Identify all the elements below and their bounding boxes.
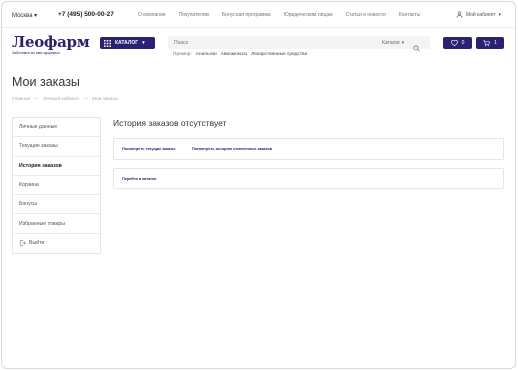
nav-contacts[interactable]: Контакты <box>399 12 421 18</box>
page-frame: Москва ▾ +7 (495) 500-00-27 О компании П… <box>1 1 516 369</box>
nav-about[interactable]: О компании <box>138 12 166 18</box>
sidebar: Личные данные Текущие заказы История зак… <box>12 117 101 255</box>
top-nav: О компании Покупателям Бонусная программ… <box>138 12 433 18</box>
cancelled-orders-link[interactable]: Посмотреть историю отмененных заказов <box>192 147 272 151</box>
favorites-count: 0 <box>461 40 465 46</box>
page-title: Мои заказы <box>12 75 80 89</box>
go-to-catalog-link[interactable]: Перейти в каталог <box>122 177 157 181</box>
cabinet-label: Мой кабинет <box>465 11 496 18</box>
example-link[interactable]: Анальгин <box>196 52 217 57</box>
cart-count: 1 <box>494 40 497 46</box>
search-bar: Каталог ▾ <box>168 36 430 52</box>
catalog-button[interactable]: КАТАЛОГ ▾ <box>100 37 155 49</box>
example-link[interactable]: Авиомоксиз <box>221 52 248 57</box>
city-selector[interactable]: Москва ▾ <box>12 12 37 19</box>
orders-links-box: Посмотреть текущие заказы Посмотреть ист… <box>113 138 504 160</box>
sidebar-item-bonuses[interactable]: Бонусы <box>13 195 100 215</box>
nav-articles[interactable]: Статьи и новости <box>346 12 386 18</box>
cart-icon <box>483 39 491 46</box>
nav-legal[interactable]: Юридическим лицам <box>284 12 333 18</box>
breadcrumb-current: Мои заказы <box>91 97 119 102</box>
sidebar-item-current-orders[interactable]: Текущие заказы <box>13 137 100 157</box>
search-icon[interactable] <box>413 39 420 57</box>
grid-icon <box>104 39 111 47</box>
nav-customers[interactable]: Покупателям <box>179 12 209 18</box>
nav-bonus-program[interactable]: Бонусная программа <box>222 12 271 18</box>
chevron-down-icon: ▾ <box>498 11 501 18</box>
logo-name: Леофарм <box>12 33 90 51</box>
sidebar-item-cart[interactable]: Корзина <box>13 176 100 196</box>
logo-tagline: Заботимся во имя здоровья! <box>12 51 60 55</box>
search-category-select[interactable]: Каталог ▾ <box>382 40 404 46</box>
search-category-label: Каталог <box>382 40 401 46</box>
top-bar: Москва ▾ +7 (495) 500-00-27 О компании П… <box>2 2 515 28</box>
breadcrumb-separator: — <box>34 97 40 102</box>
catalog-link-box: Перейти в каталог <box>113 168 504 189</box>
favorites-button[interactable]: 0 <box>443 37 472 49</box>
example-link[interactable]: Лекарственные средства <box>251 52 307 57</box>
main-heading: История заказов отсутствует <box>113 118 227 128</box>
catalog-button-label: КАТАЛОГ <box>115 40 139 46</box>
cart-button[interactable]: 1 <box>476 37 504 49</box>
chevron-down-icon: ▾ <box>142 40 145 46</box>
logout-icon <box>19 240 26 247</box>
breadcrumb: Главная — Личный кабинет — Мои заказы <box>12 97 118 102</box>
sidebar-item-logout[interactable]: Выйти <box>13 234 100 253</box>
breadcrumb-home[interactable]: Главная <box>12 97 30 102</box>
breadcrumb-separator: — <box>83 97 88 102</box>
phone-number[interactable]: +7 (495) 500-00-27 <box>58 11 114 18</box>
user-icon <box>456 11 463 18</box>
search-examples: Пример: Анальгин Авиомоксиз Лекарственны… <box>173 52 307 57</box>
logo[interactable]: Леофарм Заботимся во имя здоровья! <box>12 33 90 56</box>
sidebar-item-order-history[interactable]: История заказов <box>13 157 100 176</box>
sidebar-item-personal-data[interactable]: Личные данные <box>13 118 100 138</box>
logout-label: Выйти <box>29 240 45 247</box>
sidebar-item-favorites[interactable]: Избранные товары <box>13 214 100 234</box>
search-input[interactable] <box>174 38 364 47</box>
current-orders-link[interactable]: Посмотреть текущие заказы <box>122 147 175 151</box>
breadcrumb-cabinet[interactable]: Личный кабинет <box>43 97 79 102</box>
heart-icon <box>450 40 458 46</box>
examples-label: Пример: <box>173 52 192 57</box>
city-label: Москва <box>12 13 33 19</box>
cabinet-link[interactable]: Мой кабинет ▾ <box>456 11 501 18</box>
chevron-down-icon: ▾ <box>34 13 38 19</box>
